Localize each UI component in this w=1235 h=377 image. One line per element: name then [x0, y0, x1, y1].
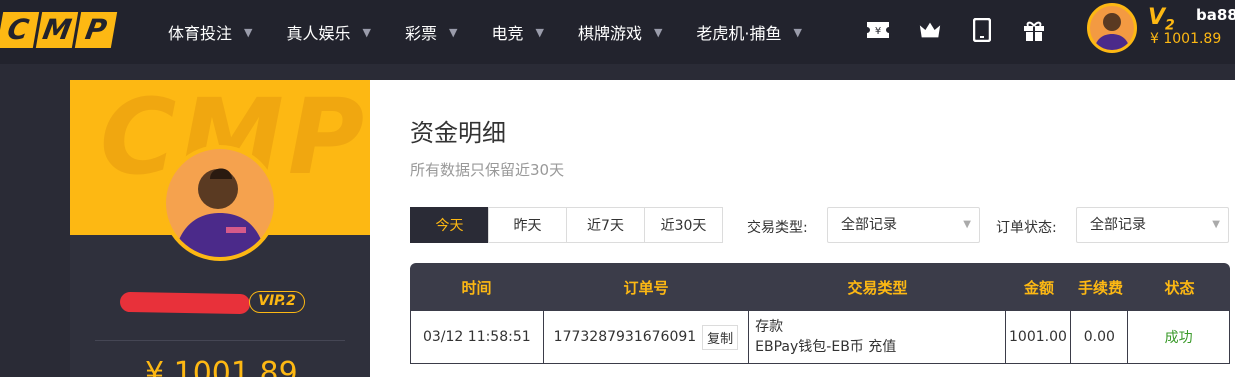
cell-time: 03/12 11:58:51 [411, 311, 544, 363]
tab-last-30-days[interactable]: 近30天 [644, 207, 723, 243]
type-detail: EBPay钱包-EB币 充值 [755, 339, 897, 355]
crown-icon[interactable] [918, 18, 942, 42]
nav-item-label: 电竞 [491, 24, 524, 43]
funds-detail-panel: 资金明细 所有数据只保留近30天 今天 昨天 近7天 近30天 交易类型: 全部… [370, 80, 1235, 377]
logo-letter: P [74, 12, 118, 48]
table-header: 时间 订单号 交易类型 金额 手续费 状态 [410, 263, 1230, 311]
top-navbar: C M P 体育投注 ▼ 真人娱乐 ▼ 彩票 ▼ 电竞 ▼ 棋牌游戏 ▼ 老虎机… [0, 0, 1235, 64]
logo-letter: C [0, 12, 40, 48]
nav-item-label: 棋牌游戏 [577, 24, 642, 43]
ticket-icon[interactable]: ¥ [866, 18, 890, 42]
nav-item-label: 彩票 [404, 24, 437, 43]
tab-yesterday[interactable]: 昨天 [488, 207, 567, 243]
chevron-down-icon: ▼ [244, 25, 253, 39]
tab-today[interactable]: 今天 [410, 207, 489, 243]
panel-balance: ¥ 1001.89 [145, 356, 298, 377]
order-number: 1773287931676091 [553, 329, 697, 345]
column-header: 订单号 [623, 278, 669, 297]
column-header: 交易类型 [847, 278, 908, 297]
copy-button[interactable]: 复制 [702, 324, 739, 350]
profile-avatar [162, 145, 278, 261]
svg-text:¥: ¥ [875, 26, 881, 37]
column-header: 状态 [1164, 278, 1195, 297]
nav-item-lottery[interactable]: 彩票 ▼ [405, 0, 457, 64]
main-nav: 体育投注 ▼ 真人娱乐 ▼ 彩票 ▼ 电竞 ▼ 棋牌游戏 ▼ 老虎机·捕鱼 ▼ [168, 0, 836, 64]
logo-letter: M [35, 12, 79, 48]
chevron-down-icon: ▼ [653, 25, 663, 39]
chevron-down-icon: ▼ [362, 25, 371, 39]
user-avatar[interactable] [1087, 3, 1137, 53]
status-badge: 成功 [1164, 330, 1193, 346]
transactions-table: 时间 订单号 交易类型 金额 手续费 状态 03/12 11:58:51 177… [410, 263, 1230, 364]
tab-last-7-days[interactable]: 近7天 [566, 207, 645, 243]
cell-fee: 0.00 [1071, 311, 1129, 363]
user-side-panel: CMP VIP.2 ¥ 1001.89 [70, 80, 370, 377]
vip-level-indicator: V2 [1148, 5, 1175, 34]
tablet-icon[interactable] [970, 18, 994, 42]
nav-item-sports[interactable]: 体育投注 ▼ [168, 0, 252, 64]
column-header: 手续费 [1077, 278, 1123, 297]
chevron-down-icon: ▼ [535, 25, 544, 39]
type-filter-select[interactable]: 全部记录 ▼ [827, 207, 980, 243]
redacted-username [119, 291, 251, 315]
date-range-tabs: 今天 昨天 近7天 近30天 [410, 207, 723, 243]
status-filter-select[interactable]: 全部记录 ▼ [1076, 207, 1229, 243]
nav-item-label: 老虎机·捕鱼 [696, 24, 782, 43]
nav-item-live-casino[interactable]: 真人娱乐 ▼ [286, 0, 370, 64]
nav-icon-group: ¥ [866, 18, 1046, 42]
table-row: 03/12 11:58:51 1773287931676091 复制 存款 EB… [410, 311, 1230, 364]
brand-logo[interactable]: C M P [0, 12, 118, 48]
nav-item-slots-fishing[interactable]: 老虎机·捕鱼 ▼ [696, 0, 802, 64]
divider [95, 340, 345, 341]
chevron-down-icon: ▼ [793, 25, 802, 39]
select-value: 全部记录 [1090, 217, 1146, 233]
username[interactable]: ba88 [1196, 6, 1235, 24]
cell-status: 成功 [1128, 311, 1229, 363]
status-filter-label: 订单状态: [996, 220, 1057, 236]
type-filter-label: 交易类型: [747, 220, 808, 236]
page-title: 资金明细 [410, 119, 506, 147]
cell-transaction-type: 存款 EBPay钱包-EB币 充值 [749, 311, 1006, 363]
header-balance: ¥ 1001.89 [1150, 31, 1222, 47]
chevron-down-icon: ▼ [963, 219, 971, 230]
cell-amount: 1001.00 [1006, 311, 1072, 363]
chevron-down-icon: ▼ [1212, 219, 1220, 230]
vip-badge: VIP.2 [249, 291, 305, 313]
chevron-down-icon: ▼ [448, 25, 458, 39]
cell-order-number: 1773287931676091 复制 [544, 311, 750, 363]
nav-item-card-games[interactable]: 棋牌游戏 ▼ [578, 0, 662, 64]
column-header: 金额 [1023, 278, 1054, 297]
type-main: 存款 [755, 319, 784, 335]
page-subtitle: 所有数据只保留近30天 [410, 161, 565, 179]
select-value: 全部记录 [841, 217, 897, 233]
column-header: 时间 [461, 278, 492, 297]
nav-item-label: 真人娱乐 [286, 24, 351, 43]
nav-item-esports[interactable]: 电竞 ▼ [491, 0, 543, 64]
nav-item-label: 体育投注 [168, 24, 233, 43]
gift-icon[interactable] [1022, 18, 1046, 42]
